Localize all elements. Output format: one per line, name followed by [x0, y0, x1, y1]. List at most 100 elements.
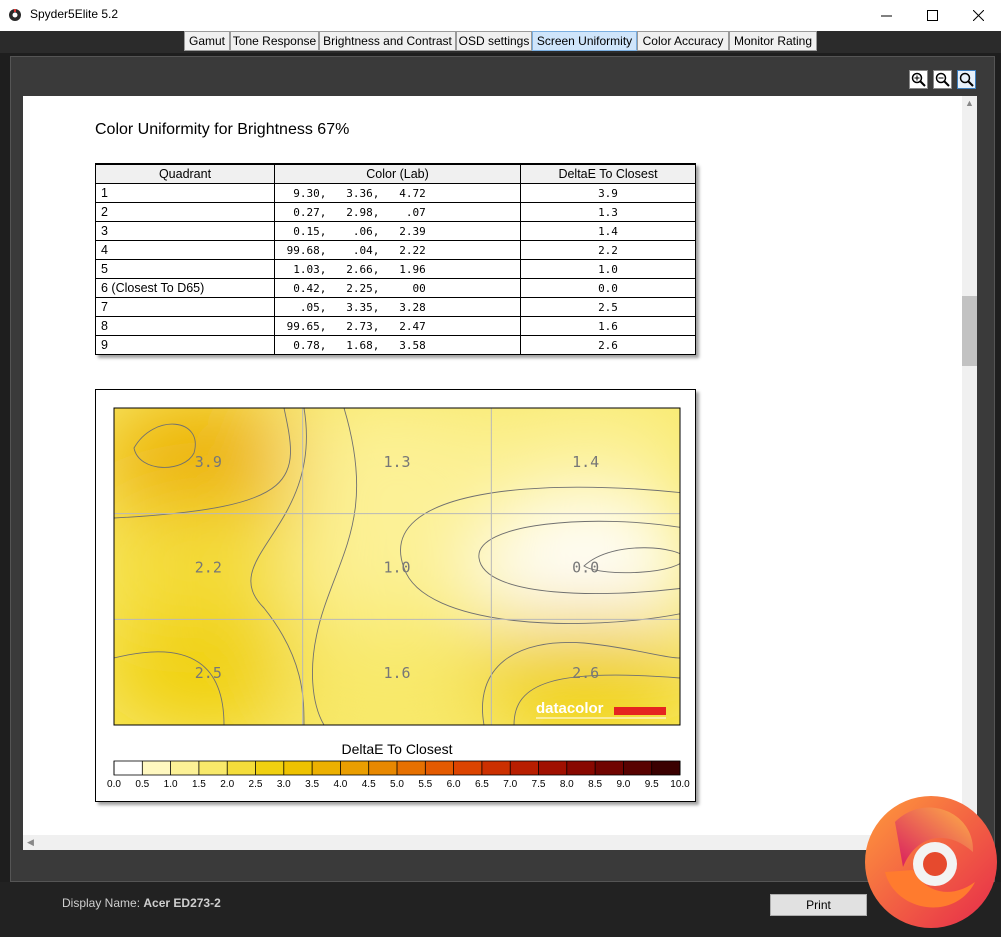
lab-cell: 1.03, 2.66, 1.96: [274, 259, 521, 279]
cell-value-label: 1.4: [572, 453, 599, 471]
vertical-scrollbar[interactable]: ▲: [962, 96, 977, 835]
table-row: 3 0.15, .06, 2.39 1.4: [95, 221, 696, 241]
colorbar-tick-label: 7.5: [532, 779, 546, 790]
colorbar-swatch: [114, 761, 143, 775]
colorbar-swatch: [283, 761, 313, 775]
colorbar-swatch: [566, 761, 596, 775]
deltae-cell: 1.0: [520, 259, 696, 279]
colorbar-swatch: [453, 761, 483, 775]
cell-value-label: 3.9: [195, 453, 222, 471]
uniformity-heatmap: 3.9 1.3 1.4 2.2 1.0 0.0 2.5 1.6 2.6 datacolor Delt…: [107, 407, 690, 790]
table-row: 6 (Closest To D65) 0.42, 2.25, 00 0.0: [95, 278, 696, 298]
tab-monitor-rating[interactable]: Monitor Rating: [729, 31, 817, 51]
magnifier-icon: [959, 72, 974, 87]
quadrant-cell: 2: [95, 202, 275, 222]
colorbar-tick-label: 0.0: [107, 779, 121, 790]
zoom-fit-button[interactable]: [957, 70, 976, 89]
table-row: 2 0.27, 2.98, .07 1.3: [95, 202, 696, 222]
lab-cell: 99.68, .04, 2.22: [274, 240, 521, 260]
colorbar-tick-label: 2.5: [249, 779, 263, 790]
display-name: Display Name: Acer ED273-2: [62, 896, 221, 910]
vertical-scroll-thumb[interactable]: [962, 296, 977, 366]
colorbar-swatch: [538, 761, 568, 775]
colorbar-swatch: [312, 761, 341, 775]
colorbar-tick-label: 8.0: [560, 779, 574, 790]
scroll-left-icon[interactable]: ◀: [27, 837, 34, 848]
table-row: 1 9.30, 3.36, 4.72 3.9: [95, 183, 696, 203]
uniformity-chart: 3.9 1.3 1.4 2.2 1.0 0.0 2.5 1.6 2.6 datacolor Delt…: [95, 389, 696, 802]
deltae-cell: 1.4: [520, 221, 696, 241]
quadrant-cell: 7: [95, 297, 275, 317]
table-row: 5 1.03, 2.66, 1.96 1.0: [95, 259, 696, 279]
quadrant-cell: 8: [95, 316, 275, 336]
colorbar-swatch: [368, 761, 398, 775]
lab-cell: 0.15, .06, 2.39: [274, 221, 521, 241]
lab-cell: 99.65, 2.73, 2.47: [274, 316, 521, 336]
deltae-cell: 3.9: [520, 183, 696, 203]
colorbar-tick-label: 0.5: [135, 779, 149, 790]
colorbar-swatch: [198, 761, 228, 775]
zoom-in-button[interactable]: [909, 70, 928, 89]
quadrant-cell: 6 (Closest To D65): [95, 278, 275, 298]
cell-value-label: 2.6: [572, 664, 599, 682]
colorbar-swatch: [227, 761, 256, 775]
cell-value-label: 1.6: [383, 664, 410, 682]
lab-cell: .05, 3.35, 3.28: [274, 297, 521, 317]
colorbar-swatch: [142, 761, 172, 775]
tab-brightness-contrast[interactable]: Brightness and Contrast: [319, 31, 456, 51]
colorbar-tick-label: 7.0: [503, 779, 517, 790]
horizontal-scrollbar[interactable]: ◀: [23, 835, 962, 850]
colorbar-tick-label: 6.5: [475, 779, 489, 790]
tab-osd-settings[interactable]: OSD settings: [456, 31, 532, 51]
colorbar-tick-label: 1.0: [164, 779, 178, 790]
quadrant-cell: 9: [95, 335, 275, 355]
column-header-color-lab: Color (Lab): [274, 163, 521, 184]
tab-gamut[interactable]: Gamut: [184, 31, 230, 51]
display-name-value: Acer ED273-2: [143, 896, 221, 910]
close-icon: [972, 10, 984, 21]
lab-cell: 0.27, 2.98, .07: [274, 202, 521, 222]
uniformity-table: Quadrant Color (Lab) DeltaE To Closest 1…: [95, 163, 696, 355]
app-icon: [9, 9, 21, 21]
colorbar-swatch: [340, 761, 370, 775]
table-row: 4 99.68, .04, 2.22 2.2: [95, 240, 696, 260]
colorbar-swatch: [510, 761, 539, 775]
scroll-up-icon[interactable]: ▲: [965, 98, 974, 108]
maximize-button[interactable]: [909, 0, 955, 31]
colorbar-tick-label: 8.5: [588, 779, 602, 790]
lab-cell: 0.42, 2.25, 00: [274, 278, 521, 298]
print-button[interactable]: Print: [770, 894, 867, 916]
deltae-cell: 0.0: [520, 278, 696, 298]
tab-bar: Gamut Tone Response Brightness and Contr…: [0, 31, 1001, 53]
display-name-label: Display Name:: [62, 896, 141, 910]
colorbar-tick-label: 5.5: [418, 779, 432, 790]
colorbar-swatch: [481, 761, 511, 775]
report-heading: Color Uniformity for Brightness 67%: [95, 121, 350, 138]
colorbar-tick-label: 10.0: [670, 779, 690, 790]
colorbar-tick-label: 9.0: [616, 779, 630, 790]
close-button[interactable]: [955, 0, 1001, 31]
tab-tone-response[interactable]: Tone Response: [230, 31, 319, 51]
zoom-out-button[interactable]: [933, 70, 952, 89]
quadrant-cell: 5: [95, 259, 275, 279]
colorbar-swatch: [623, 761, 653, 775]
quadrant-cell: 3: [95, 221, 275, 241]
quadrant-cell: 4: [95, 240, 275, 260]
colorbar-label: DeltaE To Closest: [341, 741, 452, 757]
zoom-in-icon: [911, 72, 926, 87]
datacolor-watermark: datacolor: [536, 700, 604, 717]
minimize-icon: [880, 15, 892, 17]
colorbar-tick-label: 9.5: [645, 779, 659, 790]
tab-color-accuracy[interactable]: Color Accuracy: [637, 31, 729, 51]
table-header-row: Quadrant Color (Lab) DeltaE To Closest: [95, 163, 696, 184]
colorbar-tick-label: 1.5: [192, 779, 206, 790]
tab-screen-uniformity[interactable]: Screen Uniformity: [532, 31, 637, 51]
maximize-icon: [926, 10, 938, 21]
cell-value-label: 1.3: [383, 453, 410, 471]
table-row: 8 99.65, 2.73, 2.47 1.6: [95, 316, 696, 336]
zoom-out-icon: [935, 72, 950, 87]
colorbar-swatch: [651, 761, 681, 775]
colorbar-tick-label: 5.0: [390, 779, 404, 790]
table-row: 9 0.78, 1.68, 3.58 2.6: [95, 335, 696, 355]
minimize-button[interactable]: [863, 0, 909, 31]
